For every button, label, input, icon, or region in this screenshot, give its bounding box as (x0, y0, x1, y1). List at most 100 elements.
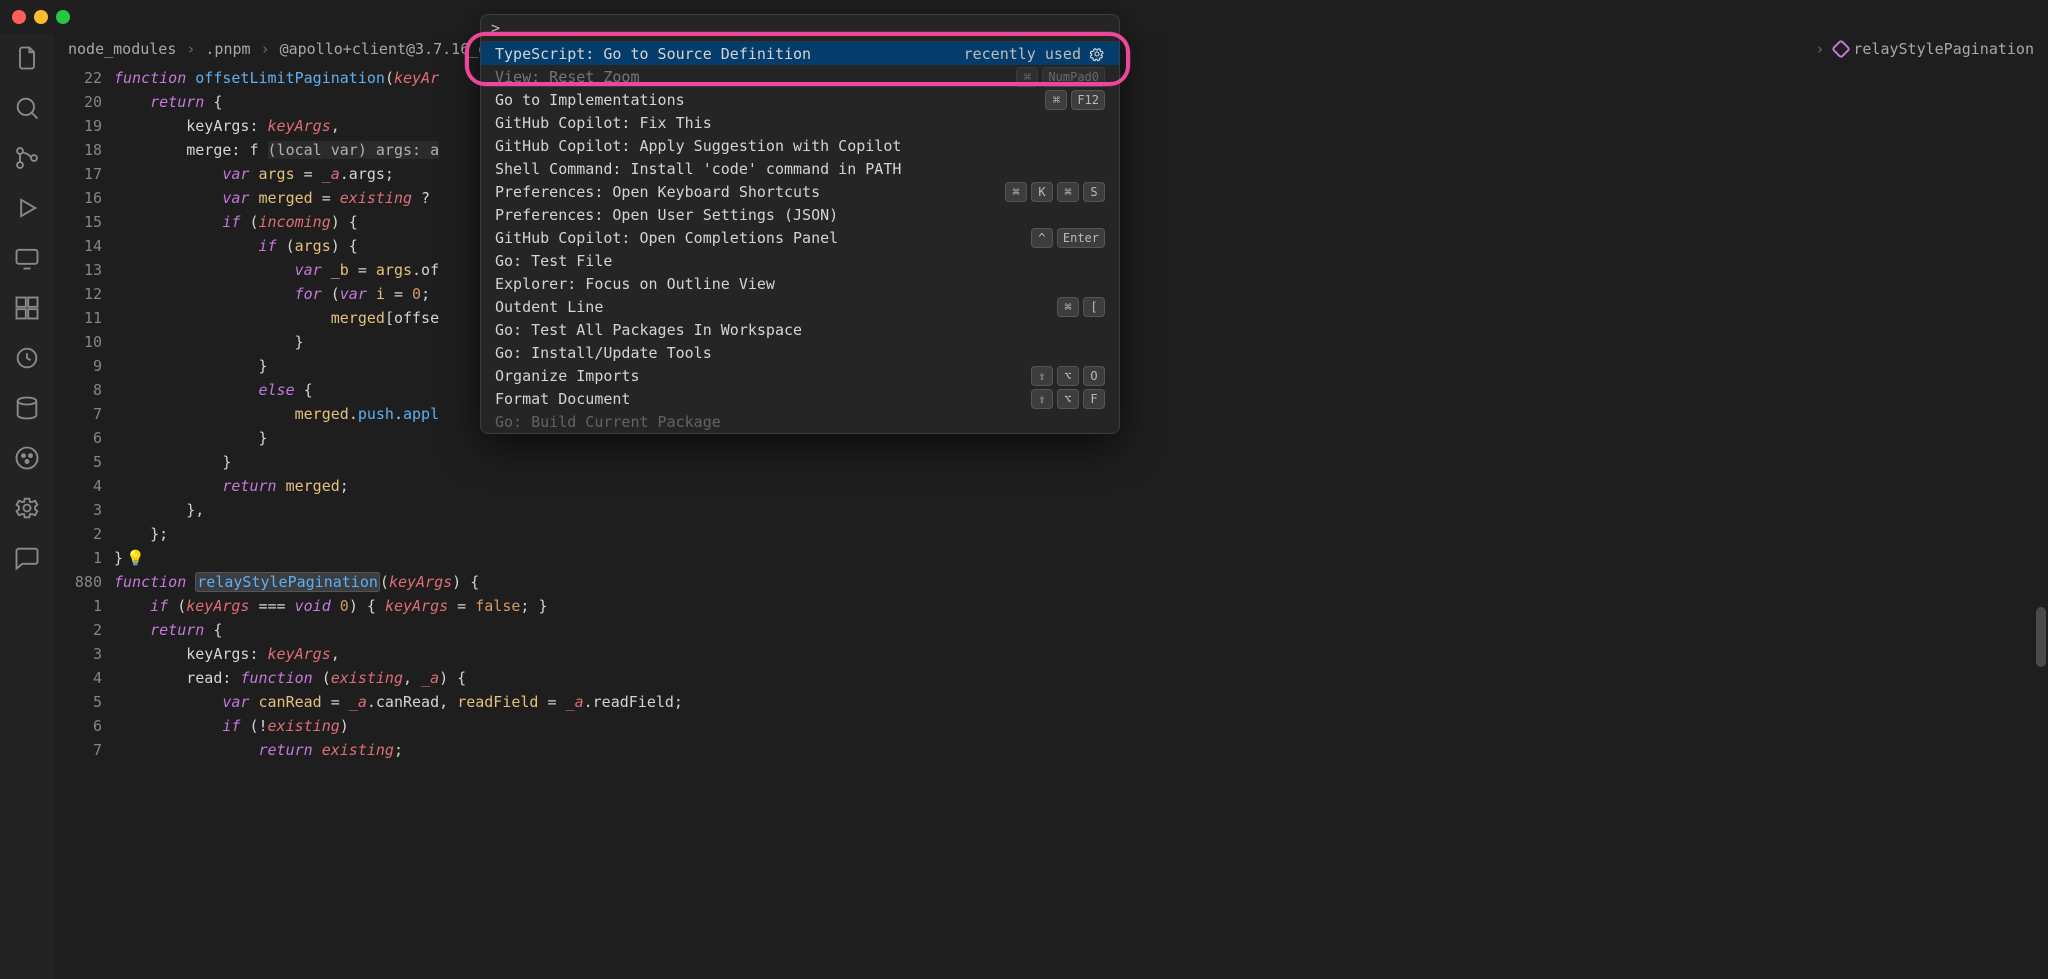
command-label: Go: Install/Update Tools (495, 344, 712, 362)
line-gutter: 2220191817161514131211109876543218801234… (54, 64, 114, 979)
command-item[interactable]: Go: Test File (481, 249, 1119, 272)
command-item[interactable]: GitHub Copilot: Open Completions Panel ^E… (481, 226, 1119, 249)
code-line[interactable]: return merged; (114, 474, 2048, 498)
command-item[interactable]: View: Reset Zoom ⌘NumPad0 (481, 65, 1119, 88)
command-label: Organize Imports (495, 367, 640, 385)
kbd-key: ⇧ (1031, 366, 1053, 386)
kbd-key: [ (1083, 297, 1105, 317)
command-label: Preferences: Open Keyboard Shortcuts (495, 183, 820, 201)
code-line[interactable]: if (!existing) (114, 714, 2048, 738)
command-label: Outdent Line (495, 298, 603, 316)
kbd-key: F (1083, 389, 1105, 409)
command-item[interactable]: Go: Install/Update Tools (481, 341, 1119, 364)
scrollbar-thumb[interactable] (2036, 607, 2046, 667)
command-item[interactable]: Organize Imports ⇧⌥O (481, 364, 1119, 387)
comment-icon[interactable] (13, 544, 41, 572)
keyboard-shortcut: ⇧⌥O (1031, 366, 1105, 386)
keyboard-shortcut: ⌘NumPad0 (1016, 67, 1105, 87)
keyboard-shortcut: ^Enter (1031, 228, 1105, 248)
code-line[interactable]: }, (114, 498, 2048, 522)
command-label: Go: Build Current Package (495, 413, 721, 431)
command-item[interactable]: GitHub Copilot: Apply Suggestion with Co… (481, 134, 1119, 157)
breadcrumb-item[interactable]: .pnpm (205, 40, 250, 58)
breadcrumb-item[interactable]: node_modules (68, 40, 176, 58)
command-label: Go to Implementations (495, 91, 685, 109)
code-line[interactable]: function relayStylePagination(keyArgs) { (114, 570, 2048, 594)
command-label: GitHub Copilot: Open Completions Panel (495, 229, 838, 247)
settings-gear-icon[interactable] (13, 494, 41, 522)
command-label: Go: Test File (495, 252, 612, 270)
test-icon[interactable] (13, 344, 41, 372)
breadcrumb-symbol[interactable]: relayStylePagination (1834, 40, 2034, 58)
kbd-key: ⌥ (1057, 389, 1079, 409)
keyboard-shortcut: ⌘[ (1057, 297, 1105, 317)
graph-icon[interactable] (13, 444, 41, 472)
kbd-key: ⌘ (1045, 90, 1067, 110)
command-item[interactable]: Outdent Line ⌘[ (481, 295, 1119, 318)
command-label: GitHub Copilot: Fix This (495, 114, 712, 132)
command-item[interactable]: Go: Build Current Package (481, 410, 1119, 433)
database-icon[interactable] (13, 394, 41, 422)
command-item[interactable]: Go: Test All Packages In Workspace (481, 318, 1119, 341)
code-line[interactable]: }💡 (114, 546, 2048, 570)
command-palette-input[interactable]: > (481, 15, 1119, 42)
command-meta: recently used (964, 45, 1081, 63)
gear-icon[interactable] (1089, 46, 1105, 62)
code-line[interactable]: return existing; (114, 738, 2048, 762)
command-label: Preferences: Open User Settings (JSON) (495, 206, 838, 224)
command-label: Shell Command: Install 'code' command in… (495, 160, 901, 178)
code-line[interactable]: var canRead = _a.canRead, readField = _a… (114, 690, 2048, 714)
code-line[interactable]: if (keyArgs === void 0) { keyArgs = fals… (114, 594, 2048, 618)
command-item[interactable]: Shell Command: Install 'code' command in… (481, 157, 1119, 180)
code-line[interactable]: }; (114, 522, 2048, 546)
kbd-key: O (1083, 366, 1105, 386)
command-item[interactable]: Format Document ⇧⌥F (481, 387, 1119, 410)
command-item[interactable]: Preferences: Open User Settings (JSON) (481, 203, 1119, 226)
command-item[interactable]: Explorer: Focus on Outline View (481, 272, 1119, 295)
code-line[interactable]: read: function (existing, _a) { (114, 666, 2048, 690)
extensions-icon[interactable] (13, 294, 41, 322)
command-item[interactable]: GitHub Copilot: Fix This (481, 111, 1119, 134)
vertical-scrollbar[interactable] (2036, 64, 2046, 979)
command-item[interactable]: Go to Implementations ⌘F12 (481, 88, 1119, 111)
window-zoom[interactable] (56, 10, 70, 24)
command-label: Go: Test All Packages In Workspace (495, 321, 802, 339)
search-icon[interactable] (13, 94, 41, 122)
kbd-key: ⌘ (1005, 182, 1027, 202)
keyboard-shortcut: ⌘K⌘S (1005, 182, 1105, 202)
kbd-key: ⌘ (1057, 182, 1079, 202)
remote-icon[interactable] (13, 244, 41, 272)
kbd-key: ⌥ (1057, 366, 1079, 386)
code-line[interactable]: } (114, 450, 2048, 474)
kbd-key: NumPad0 (1042, 67, 1105, 87)
command-palette[interactable]: > TypeScript: Go to Source Definition rec… (480, 14, 1120, 434)
kbd-key: ⌘ (1057, 297, 1079, 317)
kbd-key: Enter (1057, 228, 1105, 248)
window-minimize[interactable] (34, 10, 48, 24)
command-label: GitHub Copilot: Apply Suggestion with Co… (495, 137, 901, 155)
command-label: TypeScript: Go to Source Definition (495, 45, 811, 63)
run-debug-icon[interactable] (13, 194, 41, 222)
window-close[interactable] (12, 10, 26, 24)
kbd-key: ^ (1031, 228, 1053, 248)
command-label: Format Document (495, 390, 630, 408)
kbd-key: ⇧ (1031, 389, 1053, 409)
keyboard-shortcut: ⇧⌥F (1031, 389, 1105, 409)
kbd-key: S (1083, 182, 1105, 202)
chevron-right-icon: › (1815, 40, 1824, 58)
kbd-key: ⌘ (1016, 67, 1038, 87)
code-line[interactable]: return { (114, 618, 2048, 642)
explorer-icon[interactable] (13, 44, 41, 72)
source-control-icon[interactable] (13, 144, 41, 172)
keyboard-shortcut: ⌘F12 (1045, 90, 1105, 110)
kbd-key: F12 (1071, 90, 1105, 110)
symbol-function-icon (1831, 39, 1851, 59)
activity-bar (0, 34, 54, 979)
chevron-right-icon: › (186, 40, 195, 58)
command-label: View: Reset Zoom (495, 68, 640, 86)
code-line[interactable]: keyArgs: keyArgs, (114, 642, 2048, 666)
command-prompt-prefix: > (491, 19, 500, 37)
chevron-right-icon: › (261, 40, 270, 58)
command-item[interactable]: TypeScript: Go to Source Definition recen… (481, 42, 1119, 65)
command-item[interactable]: Preferences: Open Keyboard Shortcuts ⌘K⌘S (481, 180, 1119, 203)
